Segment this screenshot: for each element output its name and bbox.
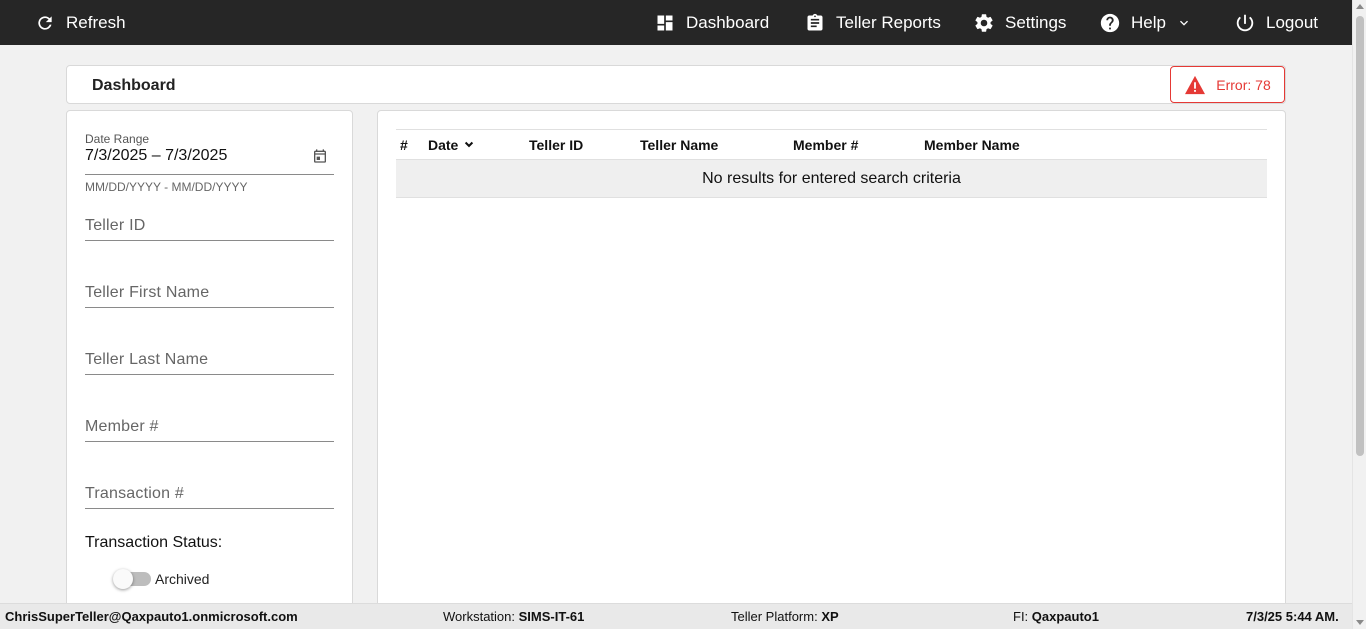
dashboard-icon bbox=[654, 12, 676, 34]
scroll-up-arrow-icon[interactable] bbox=[1356, 4, 1364, 9]
status-timestamp: 7/3/25 5:44 AM. bbox=[1246, 609, 1339, 624]
column-header-member-number[interactable]: Member # bbox=[793, 137, 858, 153]
error-badge[interactable]: Error: 78 bbox=[1170, 66, 1285, 103]
nav-settings-label: Settings bbox=[1005, 12, 1067, 32]
teller-id-placeholder: Teller ID bbox=[85, 217, 146, 234]
member-number-field[interactable]: Member # bbox=[85, 406, 334, 442]
column-header-teller-name[interactable]: Teller Name bbox=[640, 137, 718, 153]
filter-panel: Date Range 7/3/2025 – 7/3/2025 MM/DD/YYY… bbox=[66, 110, 353, 610]
help-circle-icon bbox=[1099, 12, 1121, 34]
archived-toggle[interactable]: Archived bbox=[113, 569, 210, 589]
clipboard-icon bbox=[804, 12, 826, 34]
nav-settings[interactable]: Settings bbox=[973, 0, 1066, 45]
page-title: Dashboard bbox=[92, 77, 176, 94]
field-underline bbox=[85, 508, 334, 509]
toggle-track[interactable] bbox=[113, 569, 151, 589]
archived-label: Archived bbox=[155, 571, 210, 587]
status-user: ChrisSuperTeller@Qaxpauto1.onmicrosoft.c… bbox=[5, 609, 298, 624]
results-panel: # Date Teller ID Teller Name Member # Me… bbox=[377, 110, 1286, 610]
refresh-icon bbox=[34, 12, 56, 34]
scrollbar-thumb[interactable] bbox=[1356, 16, 1364, 456]
error-label: Error: 78 bbox=[1216, 76, 1271, 93]
logout-label: Logout bbox=[1266, 12, 1318, 32]
field-underline bbox=[85, 240, 334, 241]
logout-button[interactable]: Logout bbox=[1234, 0, 1318, 45]
column-header-member-name[interactable]: Member Name bbox=[924, 137, 1020, 153]
status-bar: ChrisSuperTeller@Qaxpauto1.onmicrosoft.c… bbox=[0, 603, 1352, 629]
chevron-down-icon bbox=[1176, 15, 1192, 31]
column-header-date[interactable]: Date bbox=[428, 137, 476, 153]
teller-last-name-placeholder: Teller Last Name bbox=[85, 351, 209, 368]
platform-value: XP bbox=[821, 609, 839, 624]
page-header: Dashboard Error: 78 bbox=[66, 65, 1286, 104]
top-nav-bar: Refresh Dashboard Teller Reports Setting… bbox=[0, 0, 1352, 45]
gear-icon bbox=[973, 12, 995, 34]
transaction-number-placeholder: Transaction # bbox=[85, 485, 184, 502]
date-range-label: Date Range bbox=[85, 132, 150, 146]
refresh-button[interactable]: Refresh bbox=[34, 0, 126, 45]
status-workstation: Workstation: SIMS-IT-61 bbox=[443, 609, 584, 624]
refresh-label: Refresh bbox=[66, 12, 126, 32]
page-scrollbar[interactable] bbox=[1352, 0, 1366, 629]
nav-help-label: Help bbox=[1131, 12, 1166, 32]
toggle-thumb[interactable] bbox=[113, 569, 133, 589]
nav-dashboard-label: Dashboard bbox=[686, 12, 770, 32]
date-range-hint: MM/DD/YYYY - MM/DD/YYYY bbox=[85, 180, 248, 194]
nav-teller-reports-label: Teller Reports bbox=[836, 12, 941, 32]
status-platform: Teller Platform: XP bbox=[731, 609, 839, 624]
date-range-input[interactable]: 7/3/2025 – 7/3/2025 bbox=[85, 147, 227, 165]
transaction-status-label: Transaction Status: bbox=[85, 534, 223, 551]
fi-value: Qaxpauto1 bbox=[1031, 609, 1099, 624]
nav-teller-reports[interactable]: Teller Reports bbox=[804, 0, 941, 45]
field-underline bbox=[85, 307, 334, 308]
sort-descending-icon bbox=[462, 138, 476, 152]
teller-first-name-field[interactable]: Teller First Name bbox=[85, 272, 334, 308]
column-header-number[interactable]: # bbox=[400, 137, 408, 153]
results-table: # Date Teller ID Teller Name Member # Me… bbox=[396, 129, 1267, 198]
scroll-down-arrow-icon[interactable] bbox=[1356, 620, 1364, 625]
platform-label: Teller Platform: bbox=[731, 609, 818, 624]
workstation-value: SIMS-IT-61 bbox=[518, 609, 585, 624]
fi-label: FI: bbox=[1013, 609, 1029, 624]
teller-last-name-field[interactable]: Teller Last Name bbox=[85, 339, 334, 375]
field-underline bbox=[85, 441, 334, 442]
table-header: # Date Teller ID Teller Name Member # Me… bbox=[396, 129, 1267, 160]
teller-id-field[interactable]: Teller ID bbox=[85, 205, 334, 241]
status-fi: FI: Qaxpauto1 bbox=[1013, 609, 1099, 624]
power-icon bbox=[1234, 12, 1256, 34]
nav-dashboard[interactable]: Dashboard bbox=[654, 0, 769, 45]
date-range-underline bbox=[85, 174, 334, 175]
teller-first-name-placeholder: Teller First Name bbox=[85, 284, 210, 301]
field-underline bbox=[85, 374, 334, 375]
warning-icon bbox=[1184, 75, 1206, 95]
calendar-icon[interactable] bbox=[312, 148, 328, 164]
nav-help-menu[interactable]: Help bbox=[1099, 0, 1192, 45]
workstation-label: Workstation: bbox=[443, 609, 516, 624]
column-header-teller-id[interactable]: Teller ID bbox=[529, 137, 583, 153]
column-header-date-label: Date bbox=[428, 137, 459, 153]
empty-results-message: No results for entered search criteria bbox=[396, 160, 1267, 198]
member-number-placeholder: Member # bbox=[85, 418, 159, 435]
transaction-number-field[interactable]: Transaction # bbox=[85, 473, 334, 509]
